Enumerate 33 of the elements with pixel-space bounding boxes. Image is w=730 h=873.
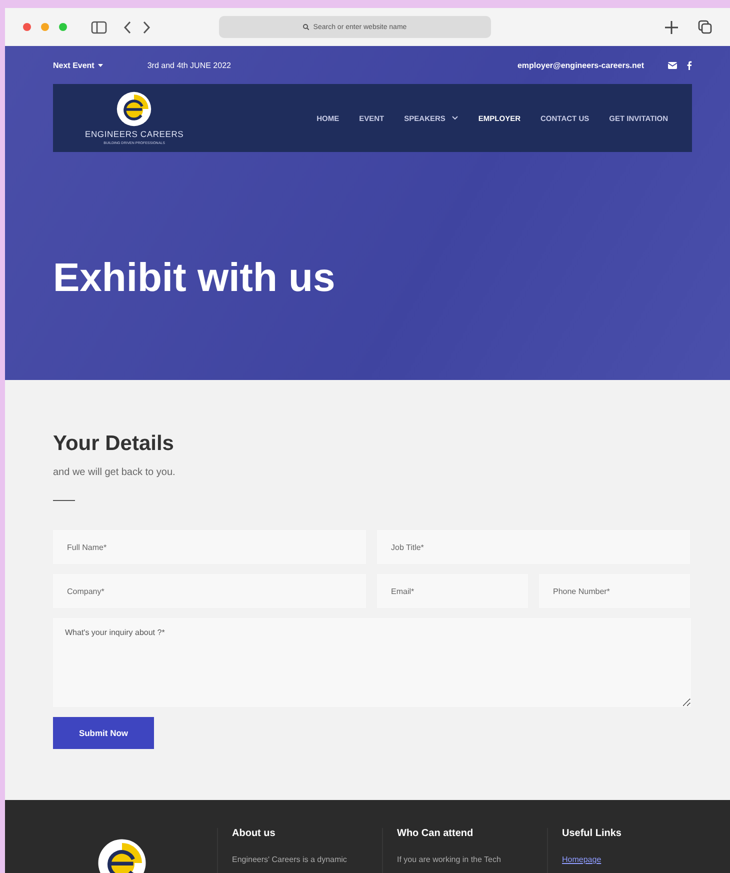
form-title: Your Details	[53, 432, 175, 456]
message-field[interactable]: What's your inquiry about ?*	[53, 618, 691, 707]
footer-text: Engineers' Careers is a dynamic	[232, 855, 348, 864]
input-field[interactable]: Phone Number*	[539, 574, 690, 608]
facebook-icon[interactable]	[687, 60, 692, 70]
logo-icon	[97, 838, 147, 873]
tabs-icon[interactable]	[698, 20, 712, 34]
hero-title: Exhibit with us	[53, 256, 336, 301]
input-field[interactable]: Full Name*	[53, 530, 366, 564]
input-field[interactable]: Job Title*	[377, 530, 690, 564]
input-field[interactable]: Email*	[377, 574, 528, 608]
new-tab-icon[interactable]	[665, 20, 678, 34]
chevron-down-icon	[452, 116, 458, 120]
form-subtitle: and we will get back to you.	[53, 467, 176, 478]
search-icon	[303, 24, 310, 30]
forward-icon[interactable]	[142, 20, 151, 34]
event-date: 3rd and 4th JUNE 2022	[147, 60, 231, 70]
next-event-menu[interactable]: Next Event	[53, 60, 94, 70]
email-link[interactable]: employer@engineers-careers.net	[517, 60, 644, 70]
footer-heading: Who Can attend	[397, 828, 474, 839]
logo-name: ENGINEERS CAREERS	[85, 129, 184, 139]
footer-heading: Useful Links	[562, 828, 622, 839]
footer-heading: About us	[232, 828, 276, 839]
mail-icon[interactable]	[668, 62, 677, 68]
caret-down-icon[interactable]	[98, 64, 104, 66]
sidebar-icon[interactable]	[91, 20, 107, 34]
close-icon[interactable]	[23, 23, 31, 31]
logo-icon	[116, 91, 152, 127]
submit-button[interactable]: Submit Now	[53, 717, 154, 749]
footer-link[interactable]: Homepage	[562, 855, 712, 864]
input-field[interactable]: Company*	[53, 574, 366, 608]
back-icon[interactable]	[123, 20, 132, 34]
footer-text: If you are working in the Tech	[397, 855, 502, 864]
